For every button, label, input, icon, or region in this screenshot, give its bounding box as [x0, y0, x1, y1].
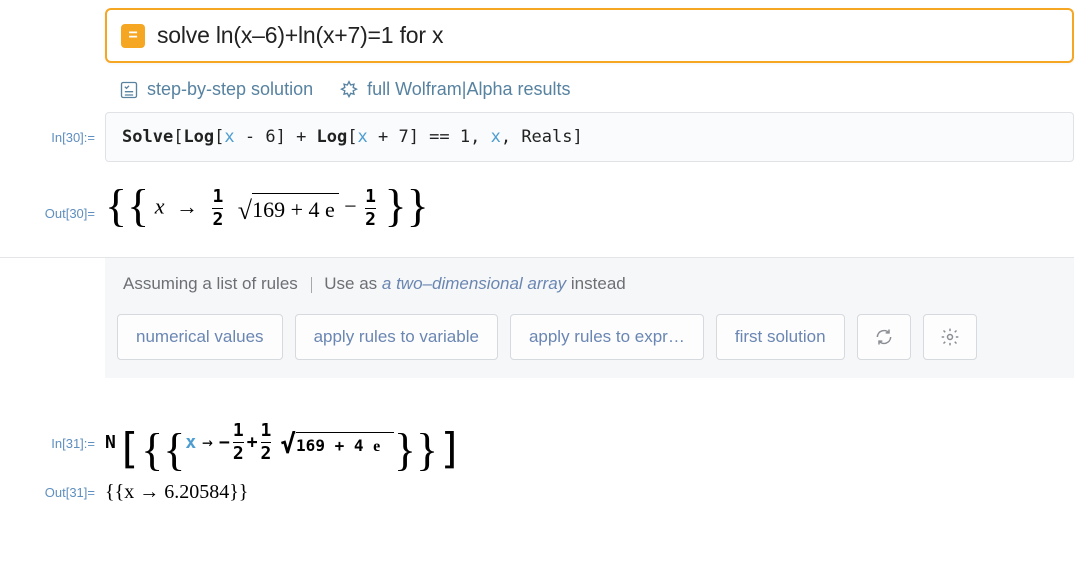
- assumption-alt-link[interactable]: a two–dimensional array: [382, 274, 566, 293]
- assumption-prefix: Assuming a list of rules: [123, 274, 298, 293]
- in-label-30: In[30]:=: [0, 112, 105, 145]
- out-label-30: Out[30]=: [0, 162, 105, 221]
- input-code-31[interactable]: N [ {{ x → − 1 2 + 1 2 √ 169 + 4 e }} ]: [105, 378, 1074, 463]
- chip-first-solution[interactable]: first solution: [716, 314, 845, 360]
- wolfram-alpha-query-box[interactable]: = solve ln(x–6)+ln(x+7)=1 for x: [105, 8, 1074, 63]
- wolfram-alpha-icon: =: [121, 24, 145, 48]
- step-by-step-button[interactable]: step-by-step solution: [119, 79, 313, 100]
- gear-icon: [940, 327, 960, 347]
- refresh-icon: [874, 327, 894, 347]
- out-label-31: Out[31]=: [0, 463, 105, 500]
- full-results-button[interactable]: full Wolfram|Alpha results: [339, 79, 570, 100]
- in-label-31: In[31]:=: [0, 378, 105, 451]
- chip-refresh-button[interactable]: [857, 314, 911, 360]
- step-by-step-label: step-by-step solution: [147, 79, 313, 100]
- output-30: {{ x → 1 2 √ 169 + 4 e − 1 2 }}: [105, 162, 1074, 251]
- input-code-30[interactable]: Solve[Log[x - 6] + Log[x + 7] == 1, x, R…: [105, 112, 1074, 162]
- equals-icon: =: [128, 27, 137, 45]
- chip-settings-button[interactable]: [923, 314, 977, 360]
- suggestion-chips: numerical values apply rules to variable…: [105, 308, 1074, 378]
- starburst-icon: [339, 80, 359, 100]
- output-31: {{x → 6.20584}}: [105, 463, 1074, 504]
- full-results-label: full Wolfram|Alpha results: [367, 79, 570, 100]
- chip-apply-rules-variable[interactable]: apply rules to variable: [295, 314, 498, 360]
- assumption-bar: Assuming a list of rules Use as a two–di…: [105, 258, 1074, 308]
- chip-apply-rules-expr[interactable]: apply rules to expr…: [510, 314, 704, 360]
- chip-numerical-values[interactable]: numerical values: [117, 314, 283, 360]
- alpha-query-text: solve ln(x–6)+ln(x+7)=1 for x: [157, 22, 443, 49]
- checklist-icon: [119, 80, 139, 100]
